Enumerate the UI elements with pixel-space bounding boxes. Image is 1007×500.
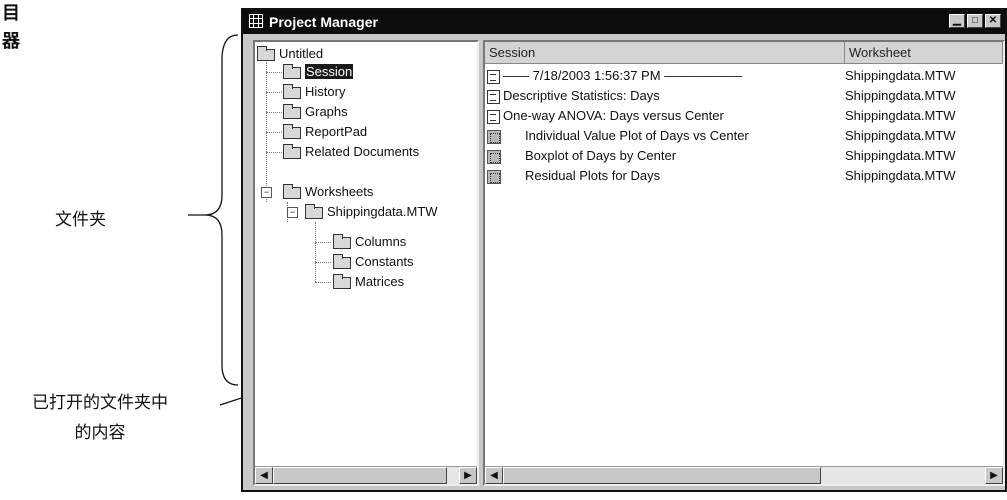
scroll-left-button[interactable]: ◀ xyxy=(485,467,503,484)
folder-icon xyxy=(257,45,275,61)
scroll-right-button[interactable]: ▶ xyxy=(985,467,1003,484)
folder-icon xyxy=(333,253,351,269)
folder-contents-pane: Session Worksheet —— 7/18/2003 1:56:37 P… xyxy=(483,40,1005,486)
tree-line xyxy=(266,92,282,93)
tree-item-label: Matrices xyxy=(355,274,405,289)
folder-tree-pane: Untitled Session History Graphs ReportPa… xyxy=(253,40,479,486)
folder-brace xyxy=(204,34,239,386)
tree-line xyxy=(266,112,282,113)
tree-item-session[interactable]: Session xyxy=(283,62,354,82)
tree-item-matrices[interactable]: Matrices xyxy=(333,272,404,292)
folder-icon xyxy=(283,143,301,159)
list-item-label: —— 7/18/2003 1:56:37 PM —————— xyxy=(503,68,743,83)
list-item[interactable]: —— 7/18/2003 1:56:37 PM —————— Shippingd… xyxy=(487,66,1001,86)
tree-item-history[interactable]: History xyxy=(283,82,345,102)
list-item-worksheet: Shippingdata.MTW xyxy=(845,168,956,183)
list-item-worksheet: Shippingdata.MTW xyxy=(845,148,956,163)
tree-line xyxy=(315,262,331,263)
list-item-worksheet: Shippingdata.MTW xyxy=(845,128,956,143)
tree-item-reportpad[interactable]: ReportPad xyxy=(283,122,367,142)
tree-item-constants[interactable]: Constants xyxy=(333,252,414,272)
contents-horizontal-scrollbar[interactable]: ◀ ▶ xyxy=(485,466,1003,484)
scroll-thumb[interactable] xyxy=(503,467,821,484)
list-item[interactable]: Individual Value Plot of Days vs Center … xyxy=(487,126,1001,146)
tree-item-label: Shippingdata.MTW xyxy=(327,204,438,219)
tree-item-label: Columns xyxy=(355,234,407,249)
tree-line xyxy=(266,72,282,73)
tree-item-label: ReportPad xyxy=(305,124,368,139)
tree-item-label: Worksheets xyxy=(305,184,374,199)
collapse-shippingdata-toggle[interactable]: − xyxy=(287,207,298,218)
tree-item-label: Related Documents xyxy=(305,144,420,159)
tree-line xyxy=(315,282,331,283)
tree-item-label: History xyxy=(305,84,346,99)
session-separator-icon xyxy=(487,69,500,84)
project-manager-window: Project Manager ▁ □ ✕ Untitled Session H… xyxy=(241,8,1007,492)
tree-line xyxy=(315,242,331,243)
list-item-label: Residual Plots for Days xyxy=(525,168,661,183)
list-item-label: Boxplot of Days by Center xyxy=(525,148,677,163)
close-button[interactable]: ✕ xyxy=(985,14,1001,28)
tree-item-label: Constants xyxy=(355,254,414,269)
folder-icon xyxy=(333,273,351,289)
list-item[interactable]: One-way ANOVA: Days versus Center Shippi… xyxy=(487,106,1001,126)
title-bar[interactable]: Project Manager ▁ □ ✕ xyxy=(243,10,1005,34)
tree-item-graphs[interactable]: Graphs xyxy=(283,102,348,122)
folder-icon xyxy=(283,83,301,99)
scroll-left-button[interactable]: ◀ xyxy=(255,467,273,484)
tree-item-label: Graphs xyxy=(305,104,348,119)
tree-line xyxy=(266,152,282,153)
tree-item-related-documents[interactable]: Related Documents xyxy=(283,142,419,162)
list-item-worksheet: Shippingdata.MTW xyxy=(845,68,956,83)
folder-icon xyxy=(283,103,301,119)
scroll-thumb[interactable] xyxy=(273,467,447,484)
output-document-icon xyxy=(487,89,500,104)
graph-icon xyxy=(487,129,501,144)
tree-line xyxy=(315,222,316,282)
column-header-worksheet[interactable]: Worksheet xyxy=(845,42,1003,64)
tree-item-label: Untitled xyxy=(279,46,324,61)
minimize-button[interactable]: ▁ xyxy=(949,14,965,28)
output-document-icon xyxy=(487,109,500,124)
list-item-label: Descriptive Statistics: Days xyxy=(503,88,660,103)
list-item-worksheet: Shippingdata.MTW xyxy=(845,108,956,123)
tree-horizontal-scrollbar[interactable]: ◀ ▶ xyxy=(255,466,477,484)
folder-icon xyxy=(305,203,323,219)
window-title: Project Manager xyxy=(269,14,378,30)
folder-icon xyxy=(333,233,351,249)
list-item[interactable]: Boxplot of Days by Center Shippingdata.M… xyxy=(487,146,1001,166)
list-item-label: Individual Value Plot of Days vs Center xyxy=(525,128,749,143)
list-item-label: One-way ANOVA: Days versus Center xyxy=(503,108,724,123)
maximize-button[interactable]: □ xyxy=(967,14,983,28)
graph-icon xyxy=(487,169,501,184)
project-manager-icon xyxy=(249,14,263,28)
tree-item-label: Session xyxy=(305,64,354,79)
folder-icon xyxy=(283,63,301,79)
tree-item-worksheets[interactable]: Worksheets xyxy=(283,182,373,202)
folder-icon xyxy=(283,183,301,199)
tree-item-shippingdata[interactable]: Shippingdata.MTW xyxy=(305,202,438,222)
folder-icon xyxy=(283,123,301,139)
list-item[interactable]: Descriptive Statistics: Days Shippingdat… xyxy=(487,86,1001,106)
list-item-worksheet: Shippingdata.MTW xyxy=(845,88,956,103)
column-header-session[interactable]: Session xyxy=(485,42,845,64)
list-item[interactable]: Residual Plots for Days Shippingdata.MTW xyxy=(487,166,1001,186)
tree-item-untitled[interactable]: Untitled xyxy=(257,44,323,64)
graph-icon xyxy=(487,149,501,164)
collapse-worksheets-toggle[interactable]: − xyxy=(261,187,272,198)
tree-line xyxy=(266,132,282,133)
tree-item-columns[interactable]: Columns xyxy=(333,232,406,252)
scroll-right-button[interactable]: ▶ xyxy=(459,467,477,484)
